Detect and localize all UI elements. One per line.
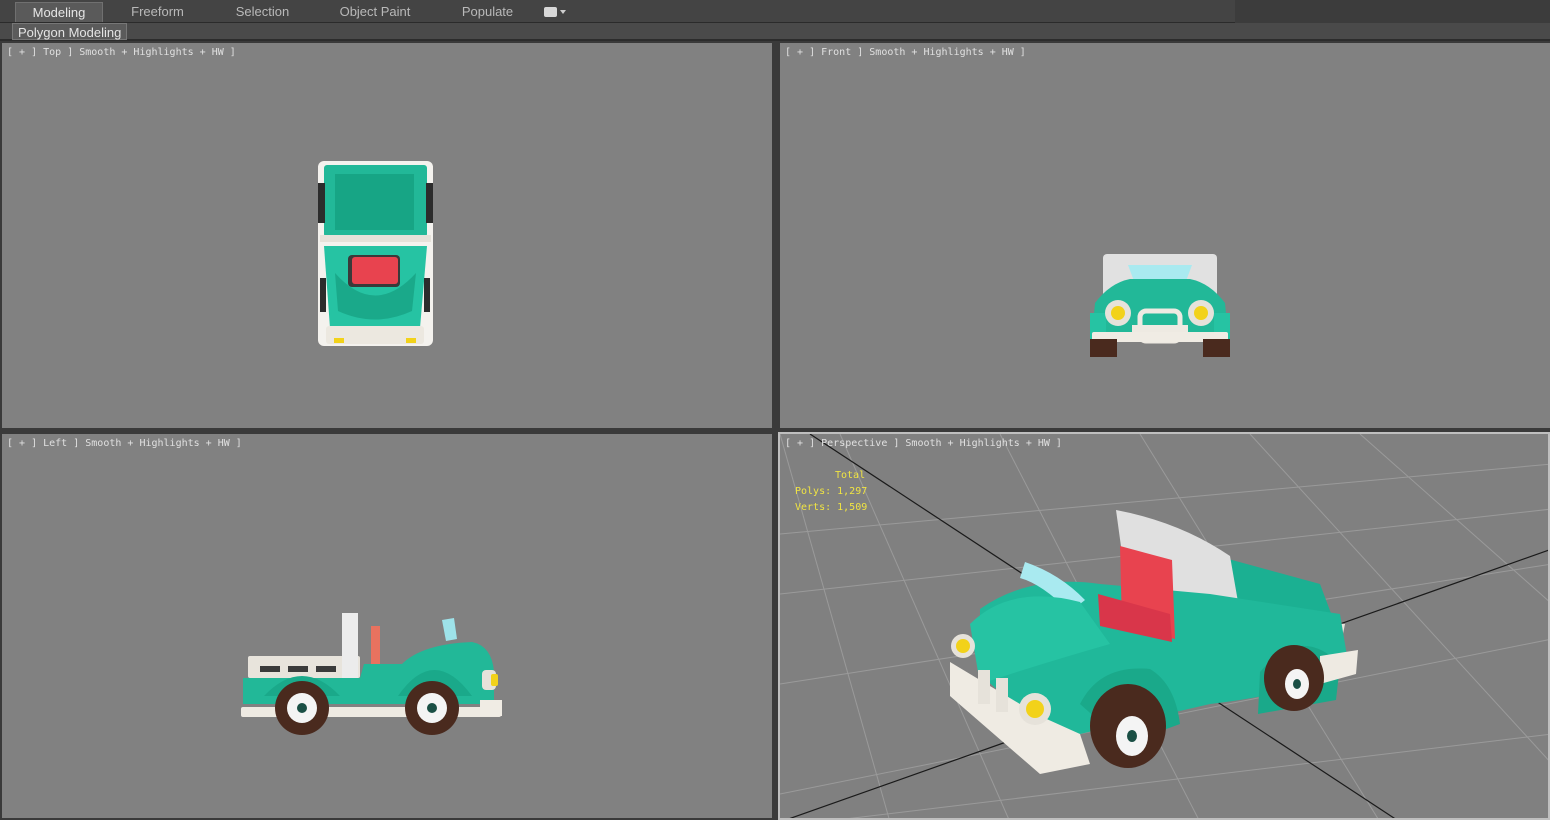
tab-populate[interactable]: Populate: [445, 2, 530, 22]
car-model-side-view: [241, 613, 502, 735]
viewport-front[interactable]: [ + ] Front ] Smooth + Highlights + HW ]: [780, 43, 1550, 428]
viewport-left[interactable]: [ + ] Left ] Smooth + Highlights + HW ]: [2, 434, 772, 818]
ribbon-empty-area: [1235, 0, 1550, 23]
ribbon-tab-bar: Modeling Freeform Selection Object Paint…: [0, 0, 1550, 23]
chevron-down-icon: [560, 10, 566, 14]
tab-object-paint[interactable]: Object Paint: [325, 2, 425, 22]
stats-verts: Verts: 1,509: [795, 502, 868, 513]
tab-selection[interactable]: Selection: [220, 2, 305, 22]
tab-freeform[interactable]: Freeform: [115, 2, 200, 22]
viewport-perspective[interactable]: [ + ] Perspective ] Smooth + Highlights …: [778, 432, 1550, 820]
viewport-label[interactable]: [ + ] Top ] Smooth + Highlights + HW ]: [7, 47, 236, 58]
car-3d: [950, 510, 1358, 774]
car-model-front-view: [1090, 254, 1230, 357]
dropdown-toggle-icon: [544, 7, 557, 17]
viewport-top[interactable]: [ + ] Top ] Smooth + Highlights + HW ]: [2, 43, 772, 428]
ribbon-options-button[interactable]: [540, 4, 570, 20]
ribbon-panel-bar: Polygon Modeling: [0, 23, 1550, 41]
viewport-label[interactable]: [ + ] Perspective ] Smooth + Highlights …: [785, 438, 1062, 449]
car-model-perspective-view: [780, 434, 1548, 818]
viewport-label[interactable]: [ + ] Left ] Smooth + Highlights + HW ]: [7, 438, 242, 449]
stats-total-label: Total: [835, 470, 866, 481]
tab-modeling[interactable]: Modeling: [15, 2, 103, 22]
polygon-modeling-panel-button[interactable]: Polygon Modeling: [12, 23, 128, 40]
viewport-label[interactable]: [ + ] Front ] Smooth + Highlights + HW ]: [785, 47, 1026, 58]
stats-polys: Polys: 1,297: [795, 486, 868, 497]
car-model-top-view: [318, 161, 433, 346]
